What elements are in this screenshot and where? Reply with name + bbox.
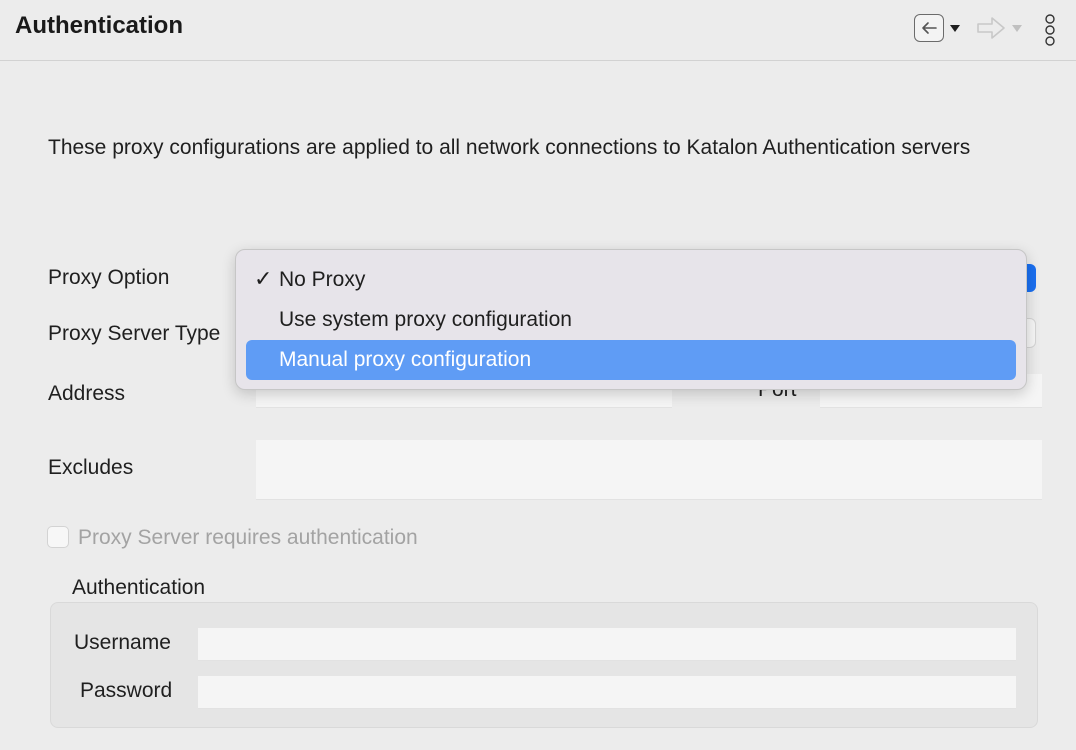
forward-arrow-icon <box>977 17 1005 39</box>
menu-item-no-proxy[interactable]: ✓ No Proxy <box>246 260 1016 300</box>
excludes-input[interactable] <box>256 440 1042 500</box>
more-options-button[interactable] <box>1043 14 1057 51</box>
description-text: These proxy configurations are applied t… <box>48 136 971 159</box>
requires-auth-checkbox[interactable] <box>47 526 69 548</box>
requires-auth-label: Proxy Server requires authentication <box>78 526 418 549</box>
auth-group-box: Username Password <box>50 602 1038 728</box>
proxy-server-type-label: Proxy Server Type <box>48 322 221 345</box>
menu-item-manual-proxy[interactable]: Manual proxy configuration <box>246 340 1016 380</box>
password-input[interactable] <box>198 676 1016 709</box>
address-label: Address <box>48 382 126 405</box>
menu-item-label: No Proxy <box>279 268 366 291</box>
back-button[interactable] <box>914 14 944 42</box>
page-title: Authentication <box>15 12 183 39</box>
header-bar: Authentication <box>0 0 1076 61</box>
username-label: Username <box>74 631 171 654</box>
preferences-page: Authentication These proxy configuration… <box>0 0 1076 750</box>
excludes-label: Excludes <box>48 456 134 479</box>
back-history-dropdown[interactable] <box>950 20 960 38</box>
forward-button[interactable] <box>976 15 1006 46</box>
menu-item-label: Manual proxy configuration <box>279 348 532 371</box>
back-arrow-icon <box>922 22 937 34</box>
password-label: Password <box>80 679 173 702</box>
forward-history-dropdown[interactable] <box>1012 20 1022 38</box>
dropdown-triangle-icon <box>950 25 960 32</box>
menu-item-label: Use system proxy configuration <box>279 308 572 331</box>
kebab-menu-icon <box>1045 14 1055 46</box>
dropdown-triangle-icon <box>1012 25 1022 32</box>
proxy-option-label: Proxy Option <box>48 266 170 289</box>
checkmark-icon: ✓ <box>254 266 273 291</box>
auth-group-title: Authentication <box>72 576 206 599</box>
menu-item-system-proxy[interactable]: Use system proxy configuration <box>246 300 1016 340</box>
proxy-option-menu: ✓ No Proxy Use system proxy configuratio… <box>235 249 1027 390</box>
username-input[interactable] <box>198 628 1016 661</box>
